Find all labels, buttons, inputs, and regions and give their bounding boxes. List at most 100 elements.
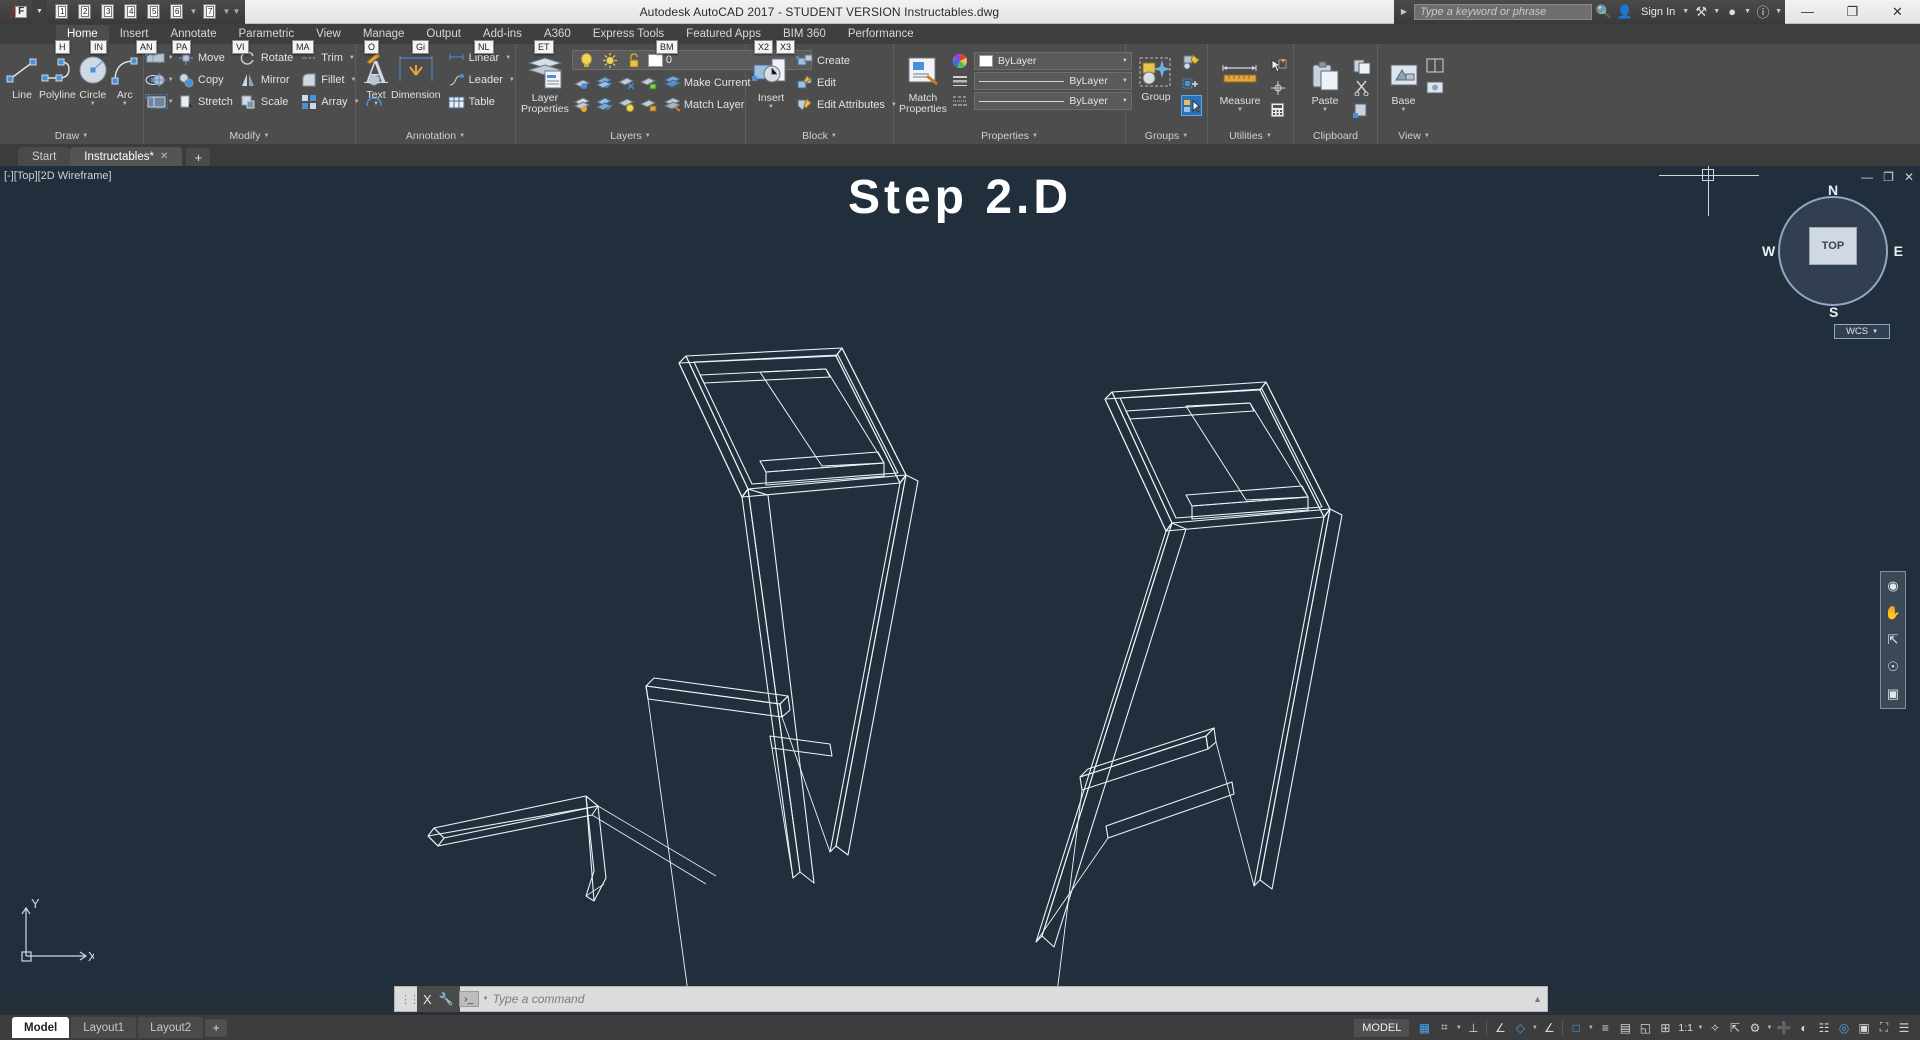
panel-view-expand-icon[interactable]: ▼ (1424, 133, 1430, 139)
isometric-drafting-toggle[interactable]: ◇ (1510, 1018, 1530, 1038)
qat-save-button[interactable]: 3 (97, 1, 119, 23)
close-button[interactable]: ✕ (1875, 0, 1920, 24)
undo-dropdown-icon[interactable]: ▼ (189, 7, 198, 16)
model-space-button[interactable]: MODEL (1354, 1018, 1410, 1037)
panel-draw-title[interactable]: Draw ▼ (0, 128, 143, 144)
measure-button[interactable]: Measure ▼ (1213, 53, 1267, 114)
panel-annotation-expand-icon[interactable]: ▼ (459, 133, 465, 139)
lineweight-toggle[interactable]: ≡ (1595, 1018, 1615, 1038)
apps-caret-icon[interactable]: ▼ (1713, 8, 1720, 15)
arc-button[interactable]: Arc ▼ (110, 47, 140, 108)
layout-tab-model[interactable]: Model (12, 1017, 70, 1038)
copy-base-icon[interactable] (1351, 99, 1372, 120)
tab-performance[interactable]: Performance (837, 25, 925, 44)
command-close-icon[interactable]: X (423, 992, 432, 1007)
base-view-button[interactable]: Base ▼ (1383, 53, 1424, 114)
arc-dropdown-icon[interactable]: ▼ (122, 101, 128, 108)
annotation-monitor-toggle[interactable]: ➕ (1774, 1018, 1794, 1038)
explode-icon[interactable] (149, 69, 170, 90)
exchange-apps-icon[interactable]: ⚒ (1692, 3, 1710, 21)
viewcube-top-face[interactable]: TOP (1809, 227, 1857, 265)
linear-dropdown-icon[interactable]: ▼ (505, 55, 511, 61)
command-history-caret-icon[interactable]: ▼ (483, 996, 489, 1002)
text-button[interactable]: A Text ▼ (361, 47, 391, 108)
offset-icon[interactable] (149, 91, 170, 112)
lineweight-row[interactable]: ByLayer ▼ (951, 72, 1132, 90)
panel-layers-expand-icon[interactable]: ▼ (645, 133, 651, 139)
layer-unisolate-icon[interactable] (572, 94, 593, 115)
measure-dropdown-icon[interactable]: ▼ (1237, 107, 1243, 114)
panel-view-title[interactable]: View ▼ (1378, 128, 1450, 144)
calculator-icon[interactable] (1267, 99, 1288, 120)
restore-button[interactable]: ❐ (1830, 0, 1875, 24)
dimension-button[interactable]: Dimension (391, 47, 441, 101)
viewport-icon[interactable] (1424, 55, 1445, 76)
named-view-icon[interactable] (1424, 77, 1445, 98)
layer-isolate-icon[interactable] (572, 72, 593, 93)
units-button[interactable]: ◐ (1794, 1018, 1814, 1038)
minimize-button[interactable]: — (1785, 0, 1830, 24)
polyline-button[interactable]: Polyline (39, 47, 76, 101)
group-edit-icon[interactable] (1181, 51, 1202, 72)
panel-modify-title[interactable]: Modify ▼ (144, 128, 355, 144)
compass-south-label[interactable]: S (1829, 304, 1838, 320)
search-expand-icon[interactable]: ▶ (1397, 7, 1411, 16)
panel-clipboard-title[interactable]: Clipboard (1294, 128, 1377, 144)
panel-properties-expand-icon[interactable]: ▼ (1032, 133, 1038, 139)
wcs-caret-icon[interactable]: ▼ (1872, 329, 1878, 335)
tab-annotate[interactable]: Annotate (159, 25, 227, 44)
compass-east-label[interactable]: E (1894, 243, 1903, 259)
paste-dropdown-icon[interactable]: ▼ (1322, 107, 1328, 114)
group-button[interactable]: Group (1131, 49, 1181, 103)
search-binoculars-icon[interactable]: 🔍 (1595, 3, 1613, 21)
wrench-icon[interactable]: 🔧 (439, 992, 454, 1006)
layer-properties-button[interactable]: Layer Properties (521, 50, 569, 115)
panel-utilities-expand-icon[interactable]: ▼ (1266, 133, 1272, 139)
selection-cycling-toggle[interactable]: ◱ (1635, 1018, 1655, 1038)
wcs-selector[interactable]: WCS ▼ (1834, 324, 1890, 339)
match-properties-button[interactable]: Match Properties (899, 50, 947, 115)
table-button[interactable]: Table (445, 91, 518, 112)
qat-undo-button[interactable]: 6 (166, 1, 188, 23)
help-icon[interactable]: ⓘ (1754, 3, 1772, 21)
new-file-tab-button[interactable]: + (186, 148, 211, 166)
copy-clip-icon[interactable] (1351, 55, 1372, 76)
paste-button[interactable]: Paste ▼ (1299, 53, 1351, 114)
layer-thaw-icon[interactable] (594, 94, 615, 115)
command-line-grip-icon[interactable]: ⋮⋮ (400, 993, 420, 1006)
insert-dropdown-icon[interactable]: ▼ (768, 104, 774, 111)
layer-unlock-icon[interactable] (638, 94, 659, 115)
leader-dropdown-icon[interactable]: ▼ (509, 77, 515, 83)
orbit-icon[interactable]: ☉ (1884, 658, 1902, 676)
linetype-combo[interactable]: ByLayer ▼ (973, 92, 1132, 110)
panel-block-expand-icon[interactable]: ▼ (831, 133, 837, 139)
layer-freeze-icon[interactable] (594, 72, 615, 93)
copy-button[interactable]: Copy (174, 69, 236, 90)
workspace-switching-button[interactable]: ⚙ (1745, 1018, 1765, 1038)
workspace-caret-icon[interactable]: ▼ (1765, 1025, 1774, 1031)
object-color-row[interactable]: ByLayer ▼ (951, 52, 1132, 70)
annotation-scale-value[interactable]: 1:1 (1675, 1022, 1696, 1034)
make-current-button[interactable]: Make Current (660, 72, 754, 93)
app-menu-caret-icon[interactable]: ▼ (32, 0, 47, 24)
layout-tab-layout2[interactable]: Layout2 (138, 1017, 204, 1038)
panel-properties-title[interactable]: Properties ▼ (894, 128, 1125, 144)
dynamic-ucs-toggle[interactable]: ⊞ (1655, 1018, 1675, 1038)
scale-button[interactable]: Scale (237, 91, 296, 112)
lineweight-combo[interactable]: ByLayer ▼ (973, 72, 1132, 90)
compass-west-label[interactable]: W (1762, 243, 1775, 259)
customization-button[interactable]: ☰ (1894, 1018, 1914, 1038)
match-layer-button[interactable]: Match Layer (660, 94, 754, 115)
qat-redo-button[interactable]: 7 (199, 1, 221, 23)
quick-properties-toggle[interactable]: ☷ (1814, 1018, 1834, 1038)
layout-tab-layout1[interactable]: Layout1 (71, 1017, 137, 1038)
steering-wheel-icon[interactable]: ◉ (1884, 577, 1902, 595)
polar-tracking-toggle[interactable]: ∠ (1490, 1018, 1510, 1038)
create-block-button[interactable]: Create (793, 50, 900, 71)
file-tab-close-icon[interactable]: ✕ (160, 151, 168, 162)
command-prompt-icon[interactable]: ›_ (458, 991, 479, 1007)
pan-icon[interactable]: ✋ (1884, 604, 1902, 622)
showmotion-icon[interactable]: ▣ (1884, 685, 1902, 703)
base-dropdown-icon[interactable]: ▼ (1401, 107, 1407, 114)
drawing-canvas[interactable]: [-][Top][2D Wireframe] — ❐ ✕ Step 2.D TO… (0, 166, 1920, 992)
